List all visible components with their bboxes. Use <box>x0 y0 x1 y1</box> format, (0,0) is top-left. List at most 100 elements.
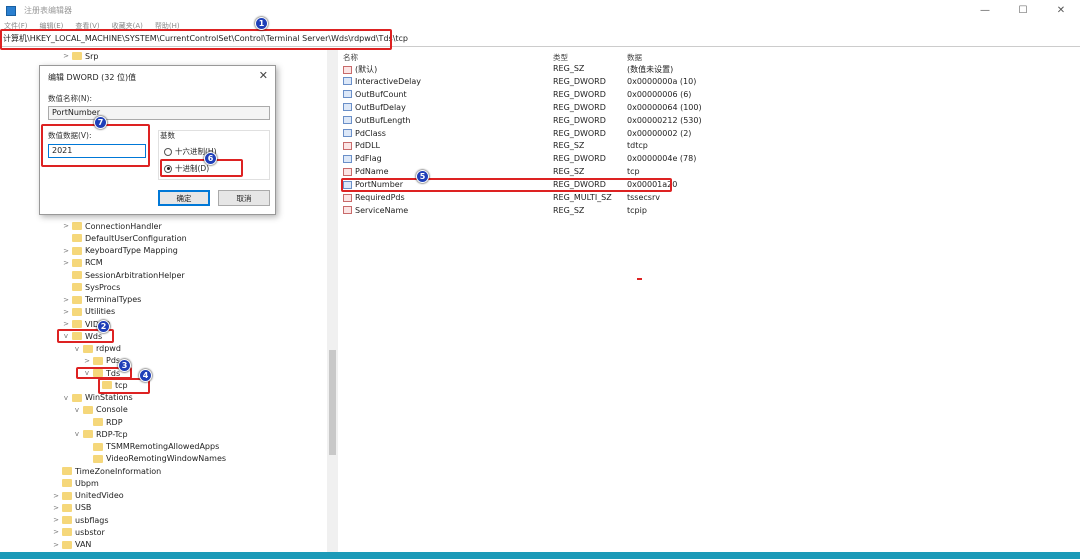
value-type: REG_DWORD <box>553 154 606 164</box>
tree-node[interactable]: SysProcs <box>62 281 120 293</box>
expander-icon[interactable]: > <box>52 528 60 536</box>
value-data: 0x0000000a (10) <box>627 76 697 86</box>
registry-value-row[interactable]: InteractiveDelay REG_DWORD 0x0000000a (1… <box>343 77 743 89</box>
expander-icon[interactable]: > <box>52 516 60 524</box>
window-title: 注册表编辑器 <box>24 6 72 15</box>
value-type: REG_SZ <box>553 167 585 177</box>
annotation-badge: 4 <box>139 369 152 382</box>
value-name: PdFlag <box>355 154 382 164</box>
binary-value-icon <box>343 90 352 99</box>
tree-node-label: TerminalTypes <box>85 295 142 304</box>
expander-icon[interactable]: > <box>62 320 70 328</box>
value-type: REG_DWORD <box>553 89 606 99</box>
registry-value-row[interactable]: PdFlag REG_DWORD 0x0000004e (78) <box>343 154 743 166</box>
value-type: REG_SZ <box>553 141 585 151</box>
value-name: ServiceName <box>355 205 409 215</box>
expander-icon[interactable]: v <box>73 406 81 414</box>
registry-value-row[interactable]: OutBufDelay REG_DWORD 0x00000064 (100) <box>343 103 743 115</box>
expander-icon[interactable]: > <box>52 504 60 512</box>
expander-icon[interactable]: > <box>62 259 70 267</box>
binary-value-icon <box>343 129 352 137</box>
tree-node[interactable]: > TerminalTypes <box>62 294 141 306</box>
tree-node[interactable]: > VAN <box>52 539 91 551</box>
expander-icon[interactable]: > <box>62 247 70 255</box>
expander-icon[interactable]: > <box>52 492 60 500</box>
taskbar-edge <box>0 552 1080 559</box>
column-header-data[interactable]: 数据 <box>627 52 642 63</box>
folder-icon <box>93 454 103 463</box>
tree-node[interactable]: > usbflags <box>52 514 108 526</box>
tree-node-label: VAN <box>75 540 92 549</box>
folder-icon <box>72 52 82 60</box>
folder-icon <box>62 503 72 512</box>
tree-node[interactable]: RDP <box>83 416 123 428</box>
tree-node[interactable]: > usbstor <box>52 526 105 538</box>
annotation-badge: 6 <box>204 152 217 165</box>
expander-icon[interactable]: > <box>83 357 91 365</box>
tree-node-label: SessionArbitrationHelper <box>85 270 185 280</box>
tree-node[interactable]: v RDP-Tcp <box>73 428 128 440</box>
registry-value-row[interactable]: PdDLL REG_SZ tdtcp <box>343 141 743 153</box>
column-header-type[interactable]: 类型 <box>553 52 568 63</box>
dialog-close-icon[interactable]: ✕ <box>259 69 268 82</box>
folder-icon <box>93 418 103 426</box>
tree-node[interactable]: TSMMRemotingAllowedApps <box>83 441 219 453</box>
tree-node[interactable]: > USB <box>52 502 91 514</box>
expander-icon[interactable]: > <box>52 541 60 549</box>
registry-value-row[interactable]: OutBufLength REG_DWORD 0x00000212 (530) <box>343 116 743 128</box>
expander-icon[interactable]: v <box>73 430 81 438</box>
ok-button[interactable]: 确定 <box>158 190 210 206</box>
tree-node[interactable]: > KeyboardType Mapping <box>62 245 178 257</box>
folder-icon <box>62 528 72 537</box>
minimize-button[interactable]: — <box>966 0 1004 21</box>
tree-node[interactable]: v Console <box>73 404 128 416</box>
folder-icon <box>62 540 72 549</box>
tree-node[interactable]: > UnitedVideo <box>52 490 124 502</box>
value-type: REG_MULTI_SZ <box>553 193 612 202</box>
value-data: 0x00000212 (530) <box>627 115 702 125</box>
tree-node[interactable]: VideoRemotingWindowNames <box>83 453 226 465</box>
folder-icon <box>62 491 72 500</box>
value-type: REG_DWORD <box>553 115 606 125</box>
expander-icon[interactable]: v <box>62 394 70 402</box>
highlight-portnumber <box>341 178 672 192</box>
binary-value-icon <box>343 103 352 112</box>
registry-value-row[interactable]: OutBufCount REG_DWORD 0x00000006 (6) <box>343 90 743 102</box>
tree-node[interactable]: TimeZoneInformation <box>52 465 161 477</box>
folder-icon <box>93 442 103 451</box>
tree-node[interactable]: > Utilities <box>62 306 115 318</box>
expander-icon[interactable]: > <box>62 308 70 316</box>
value-name: (默认) <box>355 65 378 74</box>
value-data: 0x0000004e (78) <box>627 154 697 164</box>
dialog-title: 编辑 DWORD (32 位)值 <box>48 73 137 82</box>
tree-node[interactable]: > RCM <box>62 257 103 269</box>
registry-value-row[interactable]: RequiredPds REG_MULTI_SZ tssecsrv <box>343 193 743 205</box>
string-value-icon <box>343 206 352 215</box>
value-name: OutBufDelay <box>355 102 406 112</box>
tree-node-label: usbstor <box>75 527 105 537</box>
value-name-field[interactable]: PortNumber <box>48 106 270 120</box>
expander-icon[interactable]: > <box>62 222 70 230</box>
tree-node-label: rdpwd <box>96 344 121 353</box>
tree-node[interactable]: v rdpwd <box>73 343 121 355</box>
registry-value-row[interactable]: PdClass REG_DWORD 0x00000002 (2) <box>343 129 743 141</box>
registry-value-row[interactable]: ServiceName REG_SZ tcpip <box>343 206 743 218</box>
expander-icon[interactable]: > <box>62 296 70 304</box>
tree-node[interactable]: DefaultUserConfiguration <box>62 232 187 244</box>
tree-node[interactable]: > ConnectionHandler <box>62 220 162 232</box>
maximize-button[interactable]: ☐ <box>1004 0 1042 21</box>
tree-node[interactable]: > Srp <box>62 50 98 62</box>
close-button[interactable]: ✕ <box>1042 0 1080 21</box>
expander-icon[interactable]: v <box>73 345 81 353</box>
tree-node-label: UnitedVideo <box>75 491 124 500</box>
tree-node[interactable]: > Pds <box>83 355 120 367</box>
tree-node-label: DefaultUserConfiguration <box>85 233 187 243</box>
tree-node[interactable]: SessionArbitrationHelper <box>62 269 185 281</box>
registry-value-row[interactable]: (默认) REG_SZ (数值未设置) <box>343 64 743 76</box>
cancel-button[interactable]: 取消 <box>218 190 270 206</box>
tree-node-label: Utilities <box>85 307 116 317</box>
tree-scrollbar[interactable] <box>327 48 338 552</box>
column-header-name[interactable]: 名称 <box>343 52 358 63</box>
scrollbar-thumb[interactable] <box>329 350 336 455</box>
tree-node[interactable]: Ubpm <box>52 477 99 489</box>
